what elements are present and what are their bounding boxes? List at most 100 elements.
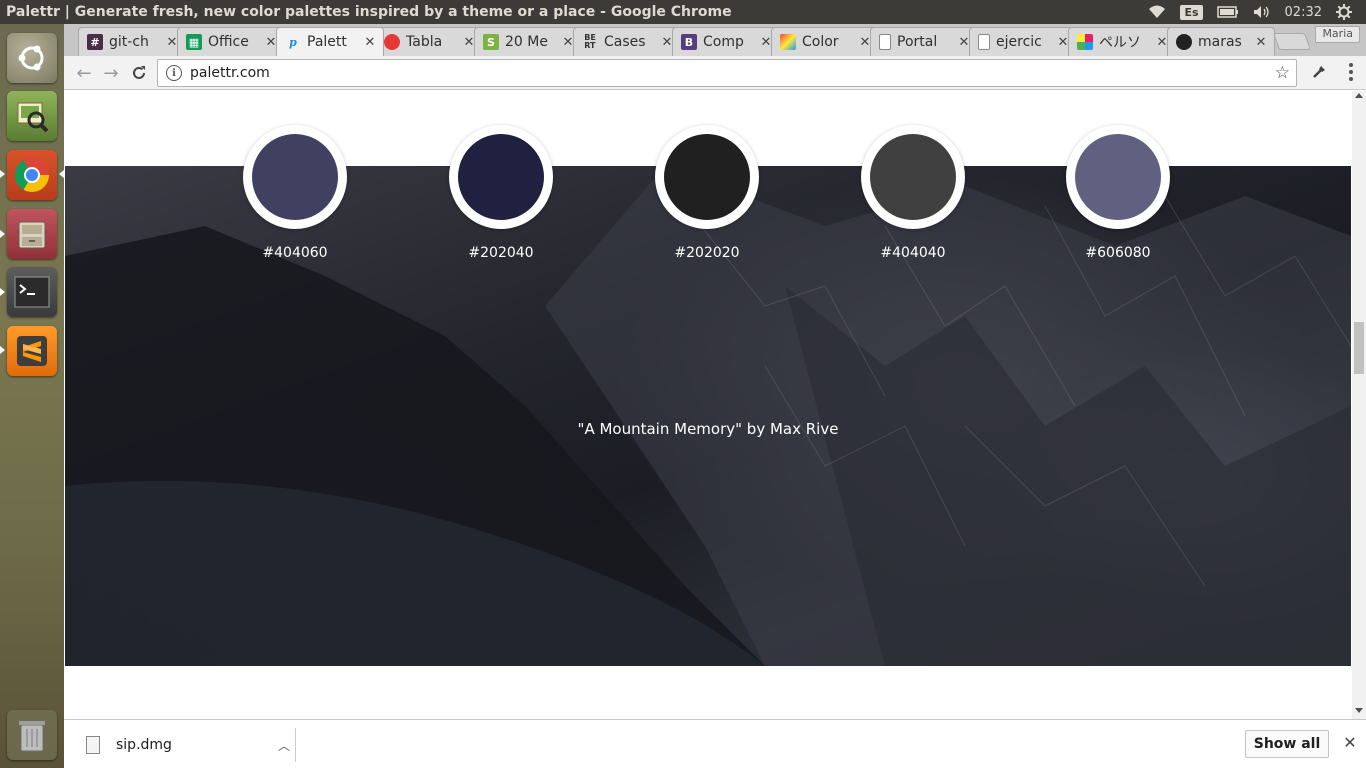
chrome-menu-icon[interactable]: [1340, 61, 1362, 83]
tab-portal[interactable]: Portal ✕: [870, 27, 978, 56]
swatch-color-dot[interactable]: [458, 134, 544, 220]
tab-label: Office: [208, 34, 249, 50]
bootstrap-favicon-icon: B: [681, 34, 697, 50]
tab-label: Palett: [307, 34, 347, 50]
info-icon[interactable]: i: [166, 65, 182, 81]
chrome-icon[interactable]: [7, 150, 57, 200]
tab-label: Color: [802, 34, 839, 50]
tab-palettr[interactable]: p Palett ✕: [276, 27, 384, 56]
tab-strip: # git-ch ✕ ▦ Office ✕ p Palett ✕ Tabla ✕…: [64, 24, 1366, 56]
file-icon: [86, 736, 100, 754]
github-favicon-icon: [1176, 34, 1192, 50]
tab-persona[interactable]: ペルソ ✕: [1068, 27, 1176, 56]
tab-20-me[interactable]: S 20 Me ✕: [474, 27, 582, 56]
close-icon[interactable]: ✕: [1340, 733, 1360, 753]
scrollbar-thumb[interactable]: [1354, 322, 1364, 374]
sublime-running-indicator: [0, 346, 5, 354]
forward-arrow-icon[interactable]: →: [99, 61, 123, 85]
swatch-hex-label: #404060: [262, 245, 328, 261]
photo-credit: "A Mountain Memory" by Max Rive: [577, 420, 839, 438]
tab-label: git-ch: [109, 34, 149, 50]
tab-label: ペルソ: [1099, 35, 1141, 51]
swatch-hex-label: #202040: [468, 245, 534, 261]
top-panel: Palettr | Generate fresh, new color pale…: [0, 0, 1366, 24]
page-viewport: "A Mountain Memory" by Max Rive #404060 …: [64, 91, 1352, 719]
scroll-up-arrow-icon[interactable]: [1355, 93, 1363, 98]
chevron-up-icon[interactable]: ︿: [274, 737, 294, 754]
swatch-ring: [449, 125, 553, 229]
tab-git-cheatsheet[interactable]: # git-ch ✕: [78, 27, 186, 56]
tab-tabla[interactable]: Tabla ✕: [375, 27, 483, 56]
tab-cases[interactable]: BE RT Cases ✕: [573, 27, 681, 56]
sheets-favicon-icon: ▦: [186, 34, 202, 50]
terminal-running-indicator: [0, 288, 5, 296]
download-item[interactable]: sip.dmg ︿: [80, 730, 294, 760]
swatch-color-dot[interactable]: [664, 134, 750, 220]
file-cabinet-icon[interactable]: [7, 209, 57, 259]
session-gear-icon[interactable]: [1336, 0, 1352, 24]
download-separator: [295, 728, 296, 762]
wifi-icon[interactable]: [1148, 0, 1166, 24]
tab-color[interactable]: Color ✕: [771, 27, 879, 56]
swatch-ring: [1066, 125, 1170, 229]
color-swatch[interactable]: #606080: [1066, 125, 1170, 261]
color-swatch[interactable]: #202020: [655, 125, 759, 261]
tab-label: Tabla: [406, 34, 443, 50]
trash-icon[interactable]: [7, 710, 57, 760]
terminal-icon[interactable]: [7, 267, 57, 317]
window-title: Palettr | Generate fresh, new color pale…: [6, 4, 732, 20]
tab-label: ejercic: [996, 34, 1042, 50]
system-indicators: Es 02:32: [1148, 0, 1366, 24]
color-swatch[interactable]: #202040: [449, 125, 553, 261]
color-swatch[interactable]: #404040: [861, 125, 965, 261]
swatch-hex-label: #404040: [880, 245, 946, 261]
clock[interactable]: 02:32: [1285, 0, 1322, 24]
swatch-color-dot[interactable]: [870, 134, 956, 220]
swatch-ring: [243, 125, 347, 229]
show-all-downloads-button[interactable]: Show all: [1245, 730, 1329, 758]
scroll-down-arrow-icon[interactable]: [1355, 708, 1363, 713]
page-favicon-icon: [978, 34, 990, 50]
tab-label: 20 Me: [505, 34, 548, 50]
back-arrow-icon[interactable]: ←: [72, 61, 96, 85]
address-bar-url: palettr.com: [190, 65, 270, 81]
color-swatch[interactable]: #404060: [243, 125, 347, 261]
behance-favicon-icon: BE RT: [584, 33, 596, 50]
swatch-ring: [861, 125, 965, 229]
tab-ejercicio[interactable]: ejercic ✕: [969, 27, 1077, 56]
reload-icon[interactable]: [127, 61, 151, 85]
download-file-name: sip.dmg: [116, 737, 172, 753]
battery-icon[interactable]: [1216, 0, 1239, 24]
tab-comp[interactable]: B Comp ✕: [672, 27, 780, 56]
bookmark-star-icon[interactable]: ☆: [1275, 63, 1290, 83]
eyedropper-extension-icon[interactable]: [1308, 61, 1330, 83]
swatch-color-dot[interactable]: [252, 134, 338, 220]
tab-close-icon[interactable]: ✕: [1254, 35, 1268, 50]
ubuntu-dash-icon[interactable]: [7, 33, 57, 83]
new-tab-button[interactable]: [1272, 33, 1312, 50]
tab-label: Portal: [897, 34, 938, 50]
tab-github[interactable]: maras ✕: [1167, 27, 1275, 56]
swatch-color-dot[interactable]: [1075, 134, 1161, 220]
page-scrollbar[interactable]: [1352, 91, 1366, 719]
download-shelf: sip.dmg ︿ Show all ✕: [64, 719, 1366, 768]
profile-badge[interactable]: Maria: [1315, 26, 1360, 43]
browser-toolbar: ← → i palettr.com ☆: [64, 56, 1366, 90]
sublime-text-icon[interactable]: [7, 326, 57, 376]
keyboard-layout-indicator[interactable]: Es: [1180, 0, 1203, 24]
palette-swatches: #404060 #202040 #202020 #404040 #606080: [64, 125, 1352, 265]
hash-favicon-icon: #: [87, 34, 103, 50]
image-viewer-icon[interactable]: [7, 91, 57, 141]
files-running-indicator: [0, 230, 5, 238]
tab-office[interactable]: ▦ Office ✕: [177, 27, 285, 56]
tab-label: Comp: [703, 34, 744, 50]
tab-close-icon[interactable]: ✕: [363, 35, 377, 50]
launcher: [0, 24, 64, 768]
tab-label: maras: [1198, 34, 1242, 50]
tabla-favicon-icon: [384, 34, 400, 50]
volume-icon[interactable]: [1253, 0, 1271, 24]
keyboard-layout-badge: Es: [1180, 4, 1203, 20]
address-bar[interactable]: i palettr.com ☆: [157, 59, 1297, 87]
shopify-favicon-icon: S: [483, 34, 499, 50]
grid-favicon-icon: [1077, 34, 1093, 50]
